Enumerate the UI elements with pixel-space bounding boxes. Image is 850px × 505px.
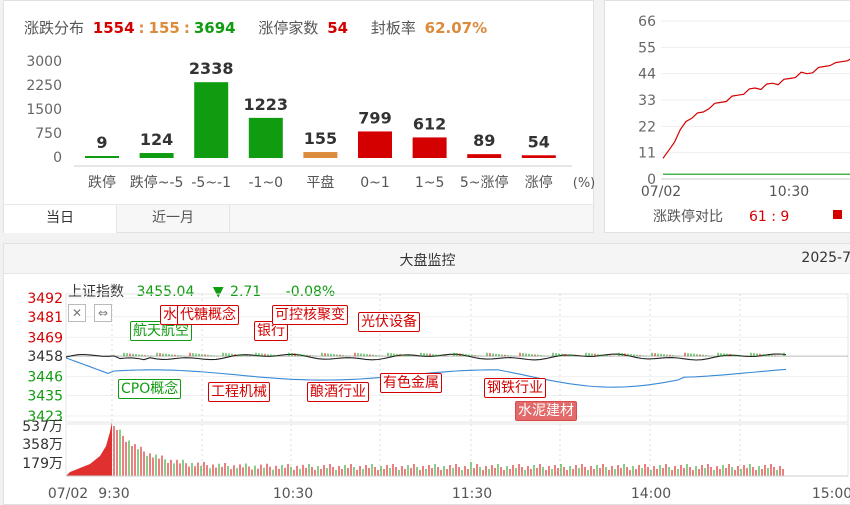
unit-label: (%) (573, 176, 595, 191)
tag-photovoltaic[interactable]: 光伏设备 (358, 312, 420, 332)
series-line (662, 58, 850, 159)
index-value: 3455.04 (136, 284, 195, 300)
y-tick-label: 22 (638, 119, 656, 135)
tag-cement[interactable]: 水泥建材 (515, 401, 577, 421)
tag-steel[interactable]: 钢铁行业 (484, 378, 546, 398)
bar (139, 153, 174, 158)
change-down-icon: ▼ (212, 284, 224, 300)
index-change: 2.71 (230, 284, 262, 300)
bar-value-label: 2338 (189, 59, 234, 78)
tag-fusion[interactable]: 可控核聚变 (272, 305, 348, 325)
bar (412, 137, 447, 158)
tab-today[interactable]: 当日 (4, 205, 117, 233)
x-tick-label: 07/02 (641, 184, 681, 200)
x-tick-label: -1~0 (248, 175, 283, 191)
bar-value-label: 1223 (244, 95, 289, 114)
x-tick-label: 涨停 (525, 174, 553, 191)
x-tick-label: 1~5 (415, 175, 445, 191)
bar (358, 131, 392, 158)
distribution-panel: 涨跌分布 1554:155:3694 涨停家数 54 封板率 62.07% 30… (3, 0, 595, 233)
legend-swatch (833, 210, 842, 219)
bar-value-label: 124 (140, 130, 173, 149)
monitor-title-bar: 大盘监控 2025-7 (4, 244, 850, 274)
bar (467, 154, 502, 158)
bar-value-label: 612 (413, 114, 446, 133)
tab-last-month[interactable]: 近一月 (117, 205, 230, 233)
tag-engineering-machinery[interactable]: 工程机械 (208, 382, 270, 402)
y-tick-label: 11 (638, 146, 656, 162)
tag-liquor[interactable]: 酿酒行业 (307, 382, 369, 402)
limit-ratio-line-chart: 665544332211007/02 10:30涨跌停对比 61 : 9 (638, 14, 850, 225)
index-summary: 上证指数 3455.04 ▼ 2.71 -0.08% (68, 281, 335, 301)
x-tick-label: 跌停~-5 (130, 174, 184, 191)
y-tick-label: 66 (638, 14, 656, 30)
x-tick-label: -5~-1 (191, 175, 231, 191)
bar-value-label: 799 (358, 108, 391, 127)
tag-nonferrous[interactable]: 有色金属 (380, 373, 442, 393)
tag-sweetener[interactable]: 代糖概念 (177, 305, 239, 325)
y-tick-label: 750 (35, 126, 62, 142)
monitor-title: 大盘监控 (399, 253, 456, 269)
x-tick-label: 10:30 (769, 184, 809, 200)
bar (521, 155, 556, 158)
x-tick-label: 跌停 (88, 174, 116, 191)
bar (194, 82, 229, 158)
bar (248, 117, 283, 158)
bar-value-label: 9 (96, 133, 107, 152)
y-tick-label: 55 (638, 40, 656, 56)
expand-icon[interactable]: ⇔ (94, 304, 112, 322)
legend-value: 61 : 9 (749, 209, 789, 225)
legend-label: 涨跌停对比 (653, 208, 723, 225)
bar-value-label: 54 (528, 132, 550, 151)
bar (85, 156, 119, 158)
y-tick-label: 2250 (26, 78, 62, 94)
index-name: 上证指数 (68, 284, 124, 300)
x-tick-label: 5~涨停 (460, 174, 509, 191)
y-tick-label: 1500 (26, 102, 62, 118)
monitor-date: 2025-7 (801, 250, 850, 266)
tag-cpo[interactable]: CPO概念 (118, 379, 182, 399)
bar (303, 152, 338, 158)
y-tick-label: 0 (53, 150, 62, 166)
index-change-pct: -0.08% (285, 284, 336, 300)
y-tick-label: 44 (638, 67, 656, 83)
y-tick-label: 3000 (26, 54, 62, 70)
limit-ratio-panel: 66 55 44 33 22 11 0 07/02 10:30 涨跌停对比 61 : 9 (604, 0, 850, 233)
bar-value-label: 89 (473, 131, 495, 150)
y-tick-label: 33 (638, 93, 656, 109)
x-tick-label: 平盘 (306, 174, 334, 191)
period-tabs: 当日 近一月 (4, 204, 593, 233)
bar-value-label: 155 (304, 129, 337, 148)
close-icon[interactable]: ✕ (68, 304, 86, 322)
x-tick-label: 0~1 (360, 175, 390, 191)
distribution-bar-chart: 3000 2250 1500 750 0 9 跌停 124 跌停~-5 2338 -5~-1 1223… (26, 54, 595, 191)
